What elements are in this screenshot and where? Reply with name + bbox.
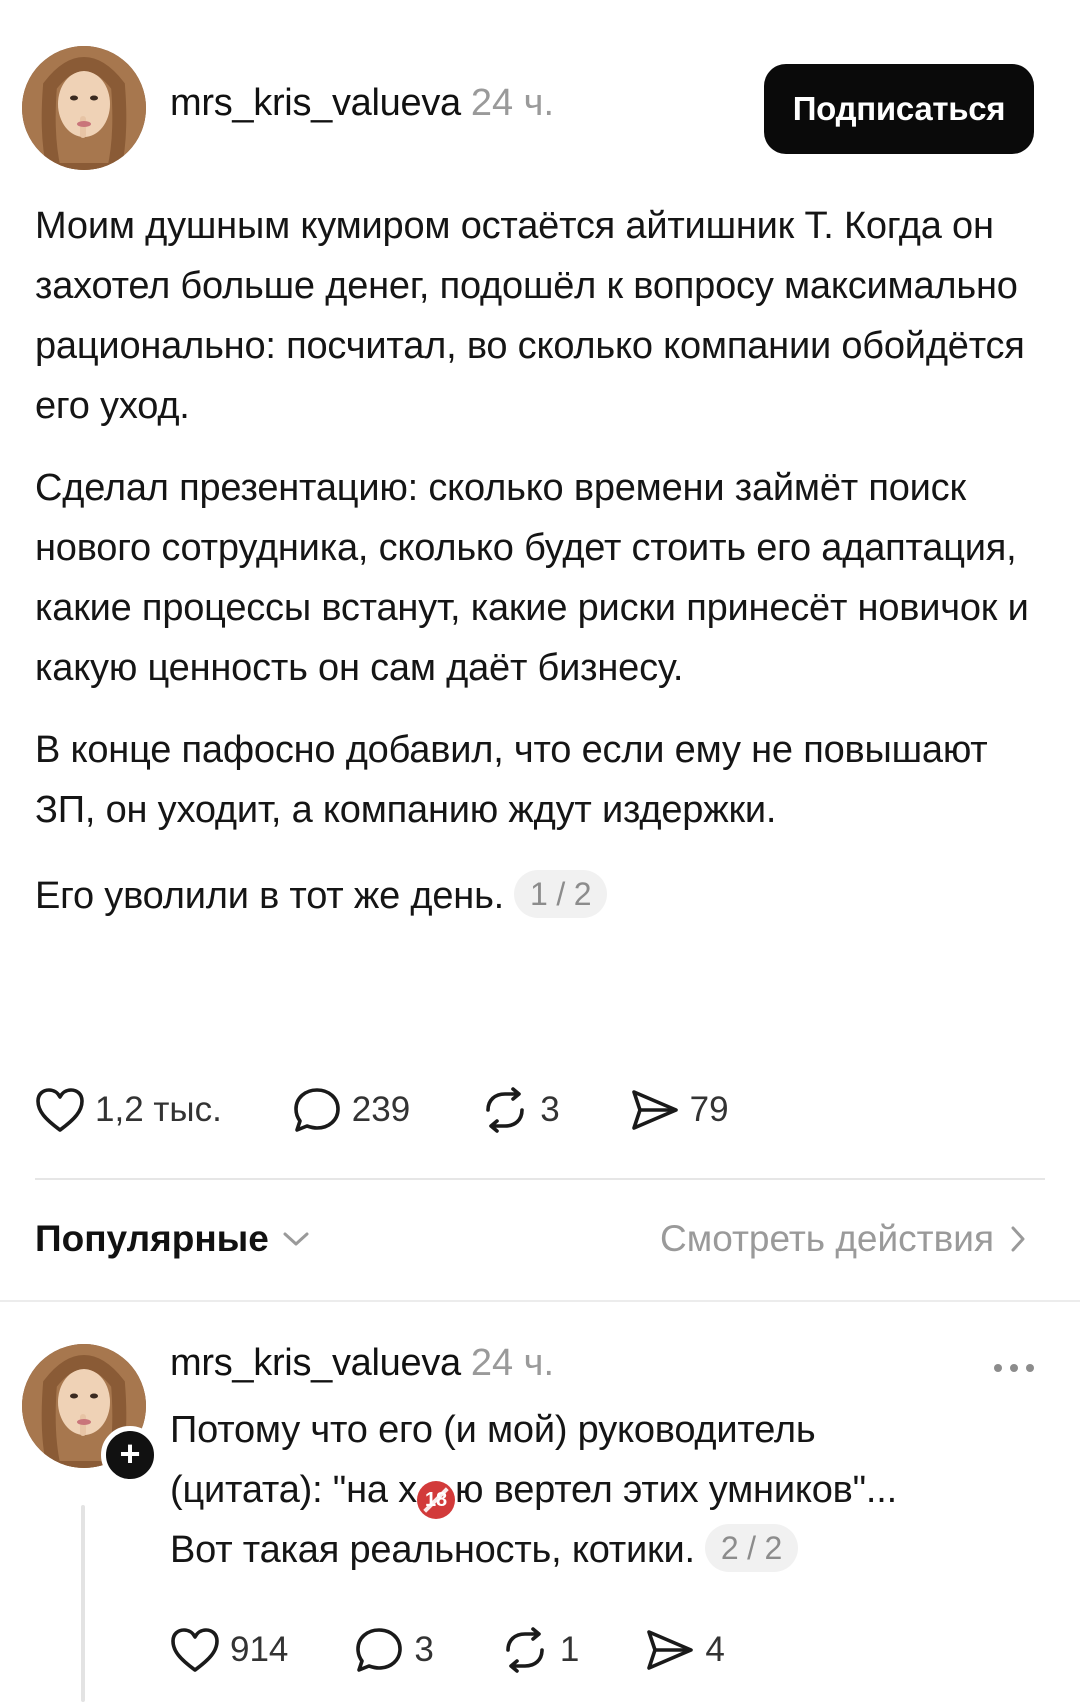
share-button[interactable]: 4: [645, 1626, 725, 1674]
more-horizontal-icon: [994, 1364, 1034, 1372]
share-count: 79: [689, 1090, 729, 1129]
reply-actions: 914 3 1 4: [170, 1626, 725, 1674]
share-count: 4: [705, 1630, 725, 1669]
follow-plus-icon[interactable]: +: [101, 1426, 159, 1484]
heart-icon: [36, 1088, 84, 1132]
sort-label: Популярные: [35, 1218, 269, 1259]
more-options-button[interactable]: [990, 1356, 1038, 1380]
reply-text-part: ю вертел этих умников"...: [454, 1469, 898, 1511]
send-icon: [647, 1630, 694, 1670]
post-paragraph: В конце пафосно добавил, что если ему не…: [35, 729, 988, 831]
reply-text-part: Вот такая реальность, котики.: [170, 1529, 695, 1571]
reply-author-line: mrs_kris_valueva 24 ч.: [170, 1342, 1040, 1385]
send-icon: [631, 1090, 678, 1130]
post-paragraph: Сделал презентацию: сколько времени займ…: [35, 467, 1029, 689]
repost-count: 3: [540, 1090, 560, 1129]
reply-line: Вот такая реальность, котики. 2 / 2: [170, 1520, 1050, 1580]
repost-button[interactable]: 1: [500, 1626, 579, 1674]
like-button[interactable]: 1,2 тыс.: [35, 1087, 222, 1133]
repost-count: 1: [559, 1630, 580, 1669]
view-activity-label: Смотреть действия: [660, 1218, 994, 1259]
avatar-image: [22, 46, 146, 170]
chevron-down-icon: [283, 1232, 309, 1246]
like-count: 1,2 тыс.: [95, 1090, 222, 1129]
repost-icon: [506, 1627, 544, 1673]
follow-button[interactable]: Подписаться: [764, 64, 1034, 154]
post-timestamp: 24 ч.: [470, 82, 555, 124]
post-username[interactable]: mrs_kris_valueva: [170, 82, 461, 124]
comment-button[interactable]: 239: [292, 1086, 410, 1134]
comment-count: 239: [351, 1090, 411, 1129]
reply-username[interactable]: mrs_kris_valueva: [170, 1342, 461, 1384]
author-avatar[interactable]: [22, 46, 146, 170]
repost-icon: [486, 1087, 525, 1133]
comment-button[interactable]: 3: [354, 1626, 434, 1674]
comment-bubble-icon: [356, 1628, 403, 1672]
page-counter-badge: 1 / 2: [514, 870, 608, 918]
thread-line: [81, 1505, 85, 1702]
like-count: 914: [230, 1630, 289, 1669]
reply-timestamp: 24 ч.: [470, 1342, 555, 1384]
page-counter-badge: 2 / 2: [704, 1524, 799, 1572]
like-button[interactable]: 914: [170, 1627, 288, 1673]
heart-icon: [171, 1628, 219, 1672]
post-paragraph: Его уволили в тот же день.: [35, 875, 505, 917]
post-actions: 1,2 тыс. 239 3 79: [35, 1086, 729, 1134]
reply-line: (цитата): "на х 18 ю вертел этих умников".…: [170, 1460, 1050, 1520]
reply-line: Потому что его (и мой) руководитель: [170, 1409, 816, 1451]
reply-text-part: (цитата): "на х: [170, 1469, 417, 1511]
no-under-18-icon: 18: [416, 1481, 455, 1519]
chevron-right-icon: [1011, 1226, 1025, 1252]
post-divider: [35, 1178, 1045, 1180]
post-paragraph: Моим душным кумиром остаётся айтишник Т.…: [35, 205, 1025, 427]
post-paragraph-last: Его уволили в тот же день. 1 / 2: [35, 866, 1035, 926]
post-author-line: mrs_kris_valueva 24 ч.: [170, 82, 554, 125]
view-activity-link[interactable]: Смотреть действия: [660, 1218, 1028, 1260]
post-text: Моим душным кумиром остаётся айтишник Т.…: [35, 196, 1035, 948]
repost-button[interactable]: 3: [480, 1086, 560, 1134]
reply-text: Потому что его (и мой) руководитель (цит…: [170, 1400, 1050, 1580]
share-button[interactable]: 79: [630, 1086, 729, 1134]
replies-divider: [0, 1300, 1080, 1302]
comment-count: 3: [414, 1630, 434, 1669]
sort-dropdown[interactable]: Популярные: [35, 1218, 311, 1260]
comment-bubble-icon: [293, 1088, 340, 1132]
